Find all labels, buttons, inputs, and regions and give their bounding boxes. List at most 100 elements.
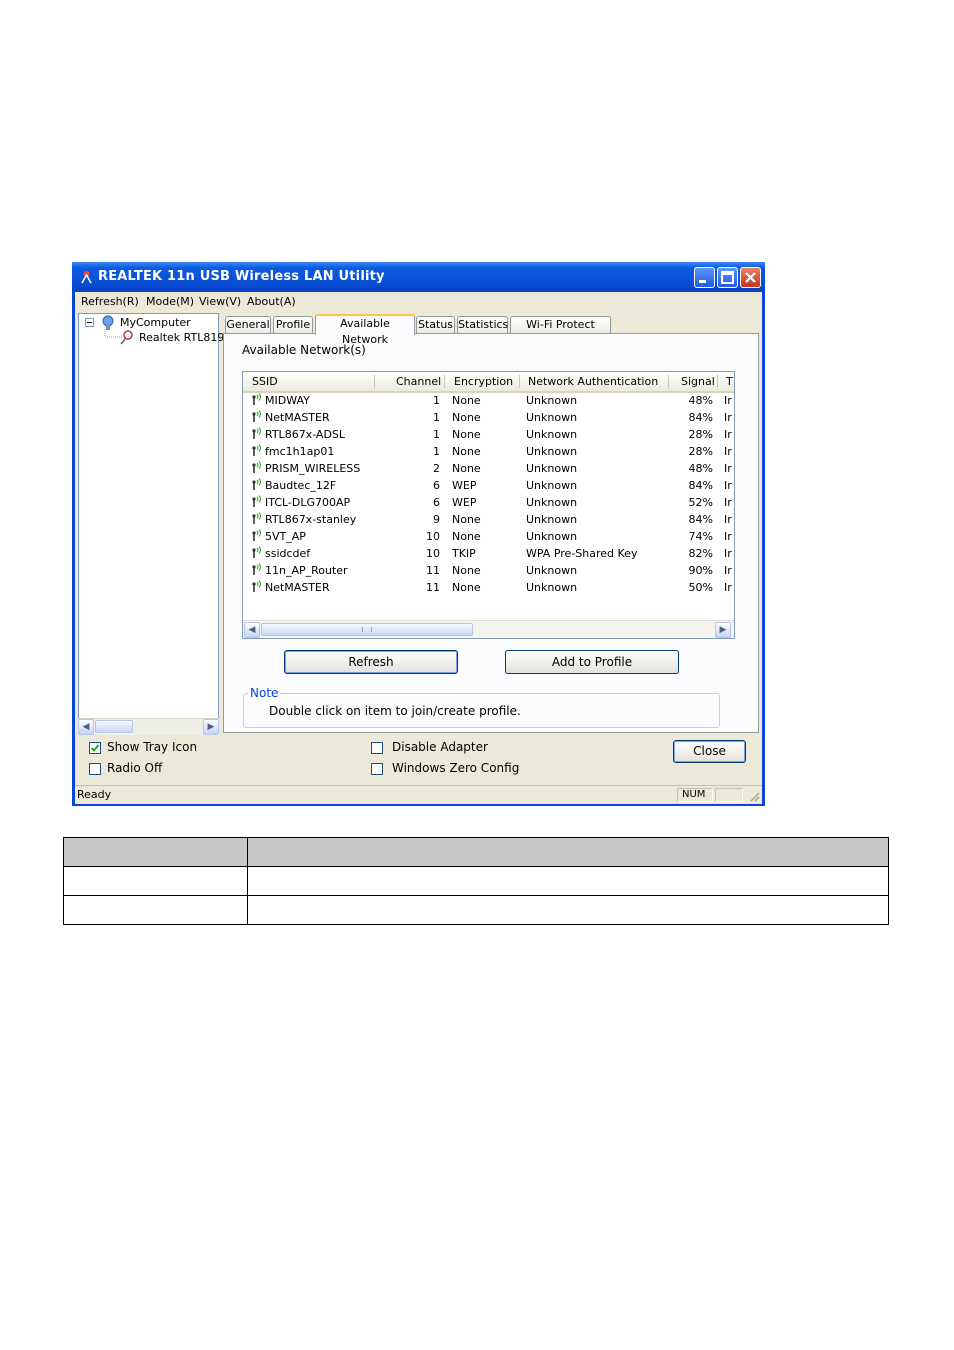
column-separator[interactable] (668, 375, 669, 388)
cell-type: Ir (724, 530, 732, 543)
table-row[interactable]: NetMASTER 1 None Unknown 84% Ir (243, 409, 734, 426)
table-row[interactable]: PRISM_WIRELESS 2 None Unknown 48% Ir (243, 460, 734, 477)
tree-root-label[interactable]: MyComputer (120, 316, 191, 329)
tab-statistics[interactable]: Statistics (457, 316, 508, 333)
close-button[interactable]: Close (673, 740, 746, 763)
adapter-tree[interactable]: MyComputer Realtek RTL8191 (78, 313, 231, 734)
close-window-button[interactable] (740, 267, 761, 288)
table-row[interactable]: 5VT_AP 10 None Unknown 74% Ir (243, 528, 734, 545)
refresh-button[interactable]: Refresh (284, 650, 458, 674)
cell-encryption: None (452, 530, 481, 543)
column-separator[interactable] (717, 375, 718, 388)
add-to-profile-button[interactable]: Add to Profile (505, 650, 679, 674)
column-network-authentication[interactable]: Network Authentication (528, 375, 658, 388)
maximize-icon (721, 271, 734, 284)
table-cell (63, 866, 248, 896)
wireless-signal-icon (252, 529, 261, 541)
tab-wifi-protect-setup[interactable]: Wi-Fi Protect Setup (510, 316, 611, 347)
menu-mode[interactable]: Mode(M) (146, 295, 194, 308)
table-row[interactable]: ITCL-DLG700AP 6 WEP Unknown 52% Ir (243, 494, 734, 511)
wireless-signal-icon (252, 512, 261, 524)
note-group: Double click on item to join/create prof… (243, 693, 720, 728)
resize-grip-icon[interactable] (748, 790, 760, 802)
cell-signal: 48% (688, 462, 713, 475)
cell-ssid: PRISM_WIRELESS (265, 462, 361, 475)
table-cell (247, 895, 889, 925)
tree-adapter-label[interactable]: Realtek RTL8191 (139, 331, 231, 344)
table-row[interactable]: RTL867x-ADSL 1 None Unknown 28% Ir (243, 426, 734, 443)
collapse-icon[interactable] (85, 318, 94, 327)
column-encryption[interactable]: Encryption (454, 375, 513, 388)
menu-refresh[interactable]: Refresh(R) (81, 295, 139, 308)
table-row[interactable]: Baudtec_12F 6 WEP Unknown 84% Ir (243, 477, 734, 494)
tab-profile[interactable]: Profile (273, 316, 313, 333)
scroll-left-icon[interactable]: ◀ (78, 719, 94, 735)
cell-signal: 28% (688, 445, 713, 458)
cell-type: Ir (724, 411, 732, 424)
cell-channel: 11 (426, 564, 440, 577)
scroll-right-icon[interactable]: ▶ (203, 719, 219, 735)
show-tray-icon-label[interactable]: Show Tray Icon (107, 740, 197, 754)
table-row[interactable]: fmc1h1ap01 1 None Unknown 28% Ir (243, 443, 734, 460)
close-icon (745, 272, 756, 283)
radio-off-label[interactable]: Radio Off (107, 761, 162, 775)
table-row[interactable]: RTL867x-stanley 9 None Unknown 84% Ir (243, 511, 734, 528)
wireless-signal-icon (252, 580, 261, 592)
table-row[interactable]: 11n_AP_Router 11 None Unknown 90% Ir (243, 562, 734, 579)
table-row (63, 895, 889, 925)
scroll-right-icon[interactable]: ▶ (715, 622, 731, 638)
table-cell (247, 866, 889, 896)
tab-status[interactable]: Status (416, 316, 455, 333)
wireless-signal-icon (252, 478, 261, 490)
column-separator[interactable] (374, 375, 375, 388)
cell-channel: 10 (426, 547, 440, 560)
tree-horizontal-scrollbar[interactable]: ◀ ▶ (78, 718, 219, 735)
maximize-button[interactable] (717, 267, 738, 288)
tab-available-network[interactable]: Available Network (315, 314, 415, 346)
cell-ssid: ITCL-DLG700AP (265, 496, 351, 509)
column-signal[interactable]: Signal (681, 375, 715, 388)
cell-encryption: None (452, 394, 481, 407)
show-tray-icon-checkbox[interactable] (89, 742, 101, 754)
cell-type: Ir (724, 479, 732, 492)
cell-authentication: Unknown (526, 445, 578, 458)
cell-type: Ir (724, 564, 732, 577)
adapter-icon (120, 330, 133, 345)
title-bar[interactable]: REALTEK 11n USB Wireless LAN Utility (72, 262, 765, 292)
menu-about[interactable]: About(A) (247, 295, 296, 308)
windows-zero-config-label[interactable]: Windows Zero Config (392, 761, 519, 775)
cell-ssid: 5VT_AP (265, 530, 306, 543)
cell-authentication: Unknown (526, 428, 578, 441)
list-body: MIDWAY 1 None Unknown 48% Ir NetMASTER 1 None Unk… (243, 392, 734, 620)
windows-zero-config-checkbox[interactable] (371, 763, 383, 775)
scroll-thumb[interactable] (261, 623, 473, 636)
scroll-left-icon[interactable]: ◀ (244, 622, 260, 638)
menu-view[interactable]: View(V) (199, 295, 241, 308)
list-horizontal-scrollbar[interactable]: ◀ ▶ (243, 620, 734, 638)
cell-ssid: fmc1h1ap01 (265, 445, 335, 458)
disable-adapter-checkbox[interactable] (371, 742, 383, 754)
status-text: Ready (77, 788, 112, 801)
column-separator[interactable] (444, 375, 445, 388)
cell-signal: 28% (688, 428, 713, 441)
table-row[interactable]: NetMASTER 11 None Unknown 50% Ir (243, 579, 734, 596)
tab-general[interactable]: General (225, 316, 271, 333)
cell-encryption: None (452, 564, 481, 577)
network-list[interactable]: SSID Channel Encryption Network Authenti… (242, 371, 735, 639)
cell-type: Ir (724, 462, 732, 475)
minimize-button[interactable] (694, 267, 715, 288)
window-title: REALTEK 11n USB Wireless LAN Utility (98, 269, 385, 284)
column-type[interactable]: T (726, 375, 733, 388)
wireless-signal-icon (252, 546, 261, 558)
table-row[interactable]: MIDWAY 1 None Unknown 48% Ir (243, 392, 734, 409)
cell-ssid: ssidcdef (265, 547, 311, 560)
cell-channel: 1 (433, 428, 440, 441)
column-ssid[interactable]: SSID (252, 375, 278, 388)
column-separator[interactable] (519, 375, 520, 388)
column-channel[interactable]: Channel (396, 375, 441, 388)
note-text: Double click on item to join/create prof… (269, 704, 521, 718)
disable-adapter-label[interactable]: Disable Adapter (392, 740, 488, 754)
table-row[interactable]: ssidcdef 10 TKIP WPA Pre-Shared Key 82% Ir (243, 545, 734, 562)
scroll-thumb[interactable] (95, 720, 133, 733)
radio-off-checkbox[interactable] (89, 763, 101, 775)
